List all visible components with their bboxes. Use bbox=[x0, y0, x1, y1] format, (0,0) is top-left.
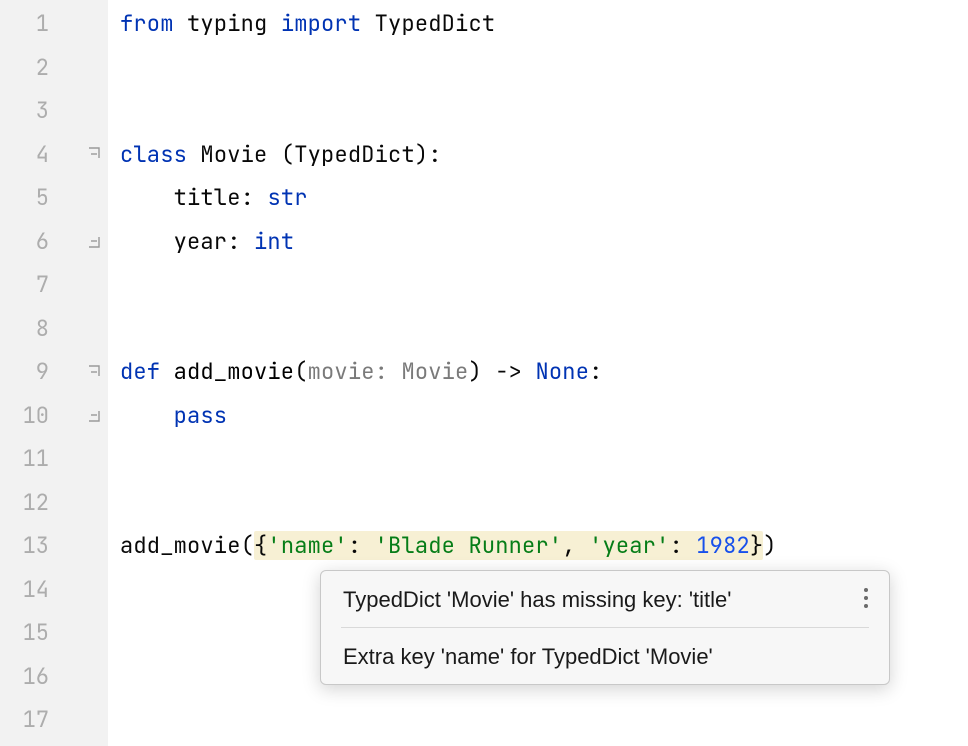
keyword: pass bbox=[174, 401, 228, 430]
function-name: add_movie bbox=[174, 357, 295, 386]
line-number: 16 bbox=[0, 662, 55, 691]
field-name: title bbox=[174, 183, 241, 212]
keyword: from bbox=[120, 9, 174, 38]
string-literal: 'Blade Runner' bbox=[375, 531, 563, 560]
line-number: 10 bbox=[0, 401, 55, 430]
parameter-name: movie bbox=[308, 357, 375, 386]
function-call: add_movie bbox=[120, 531, 241, 560]
line-number: 8 bbox=[0, 314, 55, 343]
line-number: 7 bbox=[0, 270, 55, 299]
keyword: class bbox=[120, 140, 187, 169]
code-line[interactable] bbox=[108, 437, 968, 481]
inspection-message: Extra key 'name' for TypedDict 'Movie' bbox=[321, 628, 889, 684]
line-number: 4 bbox=[0, 140, 55, 169]
code-line[interactable] bbox=[108, 307, 968, 351]
line-number: 2 bbox=[0, 53, 55, 82]
arrow: -> bbox=[495, 357, 522, 386]
number-literal: 1982 bbox=[696, 531, 750, 560]
return-type: None bbox=[536, 357, 590, 386]
code-line[interactable]: from typing import TypedDict bbox=[108, 2, 968, 46]
base-class: TypedDict bbox=[294, 140, 415, 169]
code-line[interactable]: def add_movie(movie: Movie) -> None: bbox=[108, 350, 968, 394]
code-line[interactable] bbox=[108, 263, 968, 307]
code-line[interactable]: year: int bbox=[108, 220, 968, 264]
line-number: 3 bbox=[0, 96, 55, 125]
inspection-message: TypedDict 'Movie' has missing key: 'titl… bbox=[321, 571, 889, 627]
keyword: def bbox=[120, 357, 160, 386]
line-number: 17 bbox=[0, 705, 55, 734]
parameter-type: Movie bbox=[401, 357, 468, 386]
class-name: Movie bbox=[200, 140, 267, 169]
line-number: 5 bbox=[0, 183, 55, 212]
more-actions-icon[interactable] bbox=[857, 585, 875, 611]
module-name: typing bbox=[187, 9, 267, 38]
code-line[interactable] bbox=[108, 46, 968, 90]
line-number: 14 bbox=[0, 575, 55, 604]
line-number: 6 bbox=[0, 227, 55, 256]
type-name: str bbox=[267, 183, 307, 212]
line-number: 9 bbox=[0, 357, 55, 386]
warning-highlight[interactable]: {'name': 'Blade Runner', 'year': 1982} bbox=[254, 531, 763, 560]
code-line[interactable]: add_movie({'name': 'Blade Runner', 'year… bbox=[108, 524, 968, 568]
string-literal: 'name' bbox=[267, 531, 347, 560]
type-name: int bbox=[254, 227, 294, 256]
code-line[interactable]: title: str bbox=[108, 176, 968, 220]
fold-end-icon[interactable] bbox=[88, 234, 102, 248]
fold-collapse-icon[interactable] bbox=[88, 147, 102, 161]
code-line[interactable] bbox=[108, 698, 968, 742]
code-line[interactable]: pass bbox=[108, 394, 968, 438]
code-line[interactable] bbox=[108, 89, 968, 133]
code-line[interactable]: class Movie (TypedDict): bbox=[108, 133, 968, 177]
fold-end-icon[interactable] bbox=[88, 408, 102, 422]
field-name: year bbox=[174, 227, 228, 256]
line-number: 13 bbox=[0, 531, 55, 560]
keyword: import bbox=[281, 9, 361, 38]
code-line[interactable] bbox=[108, 481, 968, 525]
identifier: TypedDict bbox=[375, 9, 496, 38]
fold-collapse-icon[interactable] bbox=[88, 365, 102, 379]
string-literal: 'year' bbox=[589, 531, 669, 560]
line-number: 12 bbox=[0, 488, 55, 517]
editor-gutter: 1 2 3 4 5 6 7 8 9 10 11 12 13 14 15 16 1… bbox=[0, 0, 108, 746]
line-number: 1 bbox=[0, 9, 55, 38]
line-number: 11 bbox=[0, 444, 55, 473]
line-number: 15 bbox=[0, 618, 55, 647]
inspection-tooltip[interactable]: TypedDict 'Movie' has missing key: 'titl… bbox=[320, 570, 890, 685]
